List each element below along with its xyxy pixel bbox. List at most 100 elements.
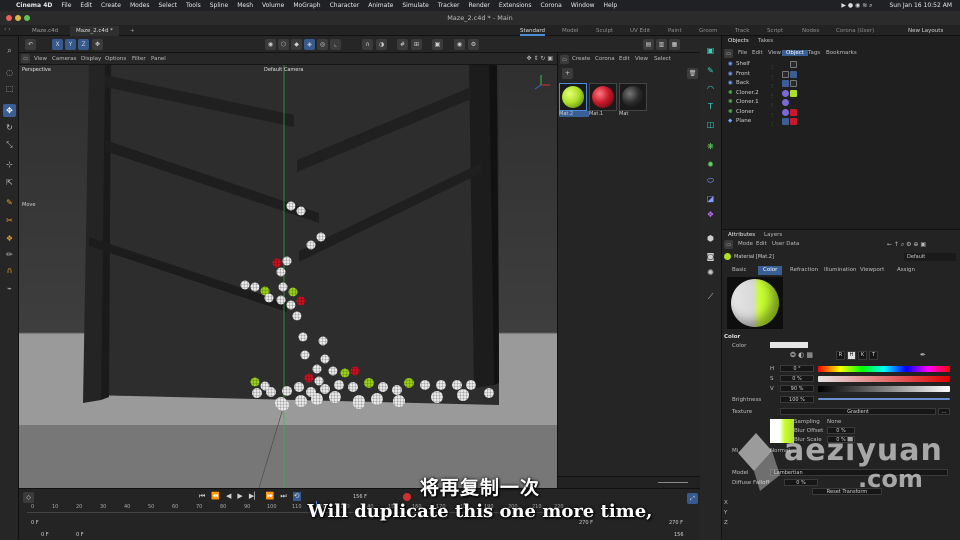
menu-mesh[interactable]: Mesh <box>237 2 253 9</box>
material-name-mat2[interactable]: Mat.2 <box>559 111 589 117</box>
object-tag[interactable] <box>790 61 797 68</box>
mm-layout-icon-a[interactable]: ▤ <box>643 39 654 50</box>
hair-tool-icon[interactable]: ⌁ <box>3 282 16 295</box>
edges-mode-icon[interactable]: ◆ <box>291 39 302 50</box>
rotate-tool-icon[interactable]: ↻ <box>3 121 16 134</box>
axis-mode-icon[interactable]: ⌞ <box>330 39 341 50</box>
s-field[interactable]: 0 % <box>780 375 814 382</box>
knife-tool-icon[interactable]: ✂ <box>3 214 16 227</box>
color-picker-icons[interactable]: ❂ ◐ ▦ <box>790 351 813 359</box>
menu-animate[interactable]: Animate <box>368 2 393 9</box>
search-icon[interactable]: ⌕ <box>3 44 16 57</box>
object-manager-icon[interactable]: ▭ <box>724 49 733 58</box>
menu-window[interactable]: Window <box>571 2 595 9</box>
menu-spline[interactable]: Spline <box>210 2 228 9</box>
doc-tab-maze[interactable]: Maze.c4d <box>26 26 64 36</box>
camera-icon[interactable]: ◙ <box>704 250 717 263</box>
move-tool-icon[interactable]: ✥ <box>3 104 16 117</box>
viewport-nav-icons[interactable]: ✥ ⇕ ↻ ▣ <box>527 55 553 62</box>
layout-script[interactable]: Script <box>767 26 783 36</box>
menu-corona[interactable]: Corona <box>541 2 562 9</box>
viewport-menu-display[interactable]: Display <box>81 53 101 65</box>
layout-track[interactable]: Track <box>735 26 749 36</box>
menu-help[interactable]: Help <box>604 2 618 9</box>
viewport[interactable]: Perspective Default Camera Move <box>19 65 557 488</box>
layout-groom[interactable]: Groom <box>699 26 718 36</box>
tab-layers[interactable]: Layers <box>760 232 786 238</box>
object-row-back[interactable]: ◉ Back ⋮ <box>722 79 960 89</box>
object-tag[interactable] <box>782 89 789 97</box>
scene-icon[interactable]: ⬢ <box>704 232 717 245</box>
om-menu-bookmarks[interactable]: Bookmarks <box>822 50 861 56</box>
tab-attributes[interactable]: Attributes <box>724 232 759 238</box>
select-icon[interactable]: ⬚ <box>3 82 16 95</box>
menubar-clock[interactable]: Sun Jan 16 10:52 AM <box>890 2 953 9</box>
magnet-tool-icon[interactable]: ∩ <box>3 264 16 277</box>
pen-icon[interactable]: ✎ <box>704 64 717 77</box>
light-icon[interactable]: ✺ <box>704 266 717 279</box>
axis-x-toggle[interactable]: X <box>52 39 63 50</box>
viewport-menu-view[interactable]: View <box>34 53 47 65</box>
menu-volume[interactable]: Volume <box>262 2 284 9</box>
menu-render[interactable]: Render <box>469 2 490 9</box>
visibility-dots[interactable]: ⋮ <box>770 91 774 98</box>
visibility-dots[interactable]: ⋮ <box>770 72 774 79</box>
menu-modes[interactable]: Modes <box>130 2 149 9</box>
field-icon[interactable]: ◪ <box>704 192 717 205</box>
material-name-mat[interactable]: Mat <box>619 111 649 117</box>
render-icon[interactable]: ◉ <box>454 39 465 50</box>
object-tag[interactable] <box>782 108 789 116</box>
brightness-slider[interactable] <box>818 398 950 400</box>
viewport-camera-label[interactable]: Default Camera <box>264 67 303 73</box>
scale-tool-icon[interactable]: ⤡ <box>3 138 16 151</box>
close-window-button[interactable] <box>6 15 12 21</box>
viewport-menu-filter[interactable]: Filter <box>132 53 146 65</box>
v-field[interactable]: 90 % <box>780 385 814 392</box>
layout-corona-user[interactable]: Corona (User) <box>836 26 874 36</box>
menu-extensions[interactable]: Extensions <box>499 2 532 9</box>
mm-menu-create[interactable]: Create <box>572 53 590 65</box>
layout-sculpt[interactable]: Sculpt <box>596 26 613 36</box>
polygons-mode-icon[interactable]: ◈ <box>304 39 315 50</box>
new-doc-tab-button[interactable]: + <box>124 26 141 36</box>
menu-app-name[interactable]: Cinema 4D <box>16 2 52 9</box>
spline-pen-icon[interactable]: ✎ <box>3 196 16 209</box>
visibility-dots[interactable]: ⋮ <box>770 62 774 69</box>
layout-paint[interactable]: Paint <box>668 26 682 36</box>
cloner-icon[interactable]: ❋ <box>704 140 717 153</box>
transform-tool-icon[interactable]: ⊹ <box>3 158 16 171</box>
viewport-menu-options[interactable]: Options <box>105 53 126 65</box>
uv-mode-icon[interactable]: ◎ <box>317 39 328 50</box>
tag-icon[interactable]: ⟋ <box>704 290 717 303</box>
texture-more-button[interactable]: … <box>938 408 950 415</box>
subdivide-icon[interactable]: ◫ <box>704 118 717 131</box>
live-select-icon[interactable]: ◌ <box>3 66 16 79</box>
menu-tracker[interactable]: Tracker <box>438 2 460 9</box>
menu-tools[interactable]: Tools <box>186 2 201 9</box>
attr-tab-basic[interactable]: Basic <box>727 266 752 275</box>
viewport-menu-panel[interactable]: Panel <box>151 53 166 65</box>
object-tag[interactable] <box>782 99 789 106</box>
object-row-cloner1[interactable]: ❋ Cloner.1 ⋮ <box>722 98 960 108</box>
add-material-icon[interactable]: + <box>562 68 573 79</box>
object-tag[interactable] <box>790 89 797 97</box>
object-row-cloner2[interactable]: ❋ Cloner.2 ⋮ <box>722 89 960 99</box>
object-tag[interactable] <box>790 80 797 87</box>
menu-edit[interactable]: Edit <box>80 2 92 9</box>
color-mode-r[interactable]: R <box>836 351 845 360</box>
attributes-icon[interactable]: ▭ <box>724 240 733 249</box>
menu-select[interactable]: Select <box>158 2 177 9</box>
saturation-slider[interactable] <box>818 376 950 382</box>
h-field[interactable]: 0 ° <box>780 365 814 372</box>
layout-nodes[interactable]: Nodes <box>802 26 819 36</box>
brush-tool-icon[interactable]: ✏ <box>3 248 16 261</box>
texture-field[interactable]: Gradient <box>780 408 936 415</box>
tab-takes[interactable]: Takes <box>754 38 777 44</box>
object-row-cloner[interactable]: ❋ Cloner ⋮ <box>722 108 960 118</box>
visibility-dots[interactable]: ⋮ <box>770 100 774 107</box>
object-tag[interactable] <box>790 118 797 125</box>
object-row-front[interactable]: ◉ Front ⋮ <box>722 70 960 80</box>
color-mode-t[interactable]: T <box>869 351 878 360</box>
attr-tab-viewport[interactable]: Viewport <box>855 266 889 275</box>
attr-tab-refraction[interactable]: Refraction <box>785 266 823 275</box>
